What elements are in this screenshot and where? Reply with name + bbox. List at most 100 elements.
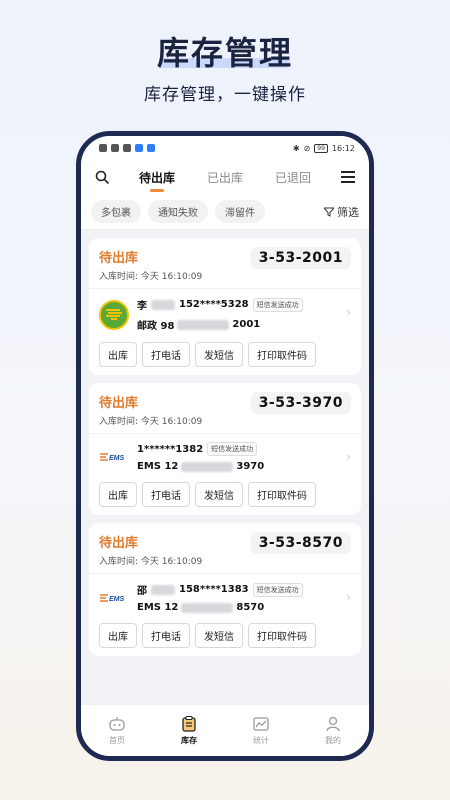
print-code-button[interactable]: 打印取件码: [248, 482, 316, 507]
stats-icon: [252, 715, 270, 733]
card-header: 待出库 入库时间: 今天 16:10:09 3-53-2001: [99, 247, 351, 282]
recipient-name: 李: [137, 301, 147, 312]
tracking-line: EMS 12 8570: [137, 602, 351, 613]
print-code-button[interactable]: 打印取件码: [248, 342, 316, 367]
sms-status-badge: 短信发送成功: [252, 297, 303, 312]
hero-title: 库存管理: [156, 34, 293, 72]
package-info[interactable]: EMS 邵 158****1383 短信发送成功 EMS 12 8570 ›: [99, 582, 351, 613]
hero-subtitle: 库存管理，一键操作: [144, 85, 306, 105]
send-sms-button[interactable]: 发短信: [195, 623, 243, 648]
bluetooth-icon: ✱: [292, 143, 300, 153]
card-actions: 出库 打电话 发短信 打印取件码: [99, 623, 351, 648]
package-list: 待出库 入库时间: 今天 16:10:09 3-53-2001 李 152***…: [81, 230, 369, 656]
profile-icon: [324, 715, 342, 733]
chip-stranded[interactable]: 滞留件: [215, 200, 265, 223]
nav-label: 我的: [325, 736, 341, 745]
filter-bar: 多包裹 通知失败 滞留件 筛选: [81, 194, 369, 230]
recipient-name: 邵: [137, 586, 147, 597]
tab-pending-out[interactable]: 待出库: [139, 169, 175, 186]
menu-icon[interactable]: [339, 168, 357, 186]
package-info[interactable]: EMS 1******1382 短信发送成功 EMS 12 3970 ›: [99, 442, 351, 472]
card-actions: 出库 打电话 发短信 打印取件码: [99, 342, 351, 367]
recipient-phone: 1******1382: [137, 443, 204, 455]
divider: [89, 288, 361, 289]
tracking-prefix: EMS 12: [137, 461, 179, 472]
recipient-phone: 152****5328: [179, 299, 249, 310]
chevron-right-icon[interactable]: ›: [346, 450, 351, 464]
print-code-button[interactable]: 打印取件码: [248, 623, 316, 648]
home-robot-icon: [108, 715, 126, 733]
top-bar: 待出库 已出库 已退回: [81, 160, 369, 194]
status-icons-right: ✱ ⊘ 99 16:12: [292, 143, 355, 153]
tracking-suffix: 8570: [236, 602, 265, 613]
recipient-line: 邵 158****1383 短信发送成功: [137, 582, 351, 597]
status-label: 待出库: [99, 251, 139, 266]
ship-out-button[interactable]: 出库: [99, 342, 137, 367]
signal-icon: [111, 144, 119, 152]
phone-frame: ✱ ⊘ 99 16:12 待出库 已出库 已退回 多包裹 通知失败 滞留件 筛选: [76, 131, 374, 761]
mute-icon: ⊘: [303, 143, 311, 153]
tracking-line: EMS 12 3970: [137, 461, 351, 472]
inventory-icon: [180, 715, 198, 733]
recipient-line: 李 152****5328 短信发送成功: [137, 297, 351, 312]
in-time: 入库时间: 今天 16:10:09: [99, 272, 203, 282]
ems-logo-icon: EMS: [99, 442, 129, 472]
sim-icon: [99, 144, 107, 152]
card-header: 待出库 入库时间: 今天 16:10:09 3-53-3970: [99, 392, 351, 427]
battery-icon: 99: [314, 143, 328, 153]
ship-out-button[interactable]: 出库: [99, 623, 137, 648]
tab-shipped-out[interactable]: 已出库: [207, 169, 243, 186]
nav-label: 统计: [253, 736, 269, 745]
status-label: 待出库: [99, 396, 139, 411]
sms-status-badge: 短信发送成功: [252, 582, 303, 597]
package-card[interactable]: 待出库 入库时间: 今天 16:10:09 3-53-3970 EMS 1***…: [89, 383, 361, 515]
tab-returned[interactable]: 已退回: [275, 169, 311, 186]
card-actions: 出库 打电话 发短信 打印取件码: [99, 482, 351, 507]
masked-text: [177, 319, 230, 330]
call-button[interactable]: 打电话: [142, 623, 190, 648]
nav-stats[interactable]: 统计: [252, 715, 270, 746]
masked-text: [151, 584, 175, 595]
nav-label: 库存: [181, 736, 197, 745]
masked-text: [181, 461, 234, 472]
tracking-prefix: 邮政 98: [137, 321, 175, 332]
pickup-code: 3-53-3970: [250, 392, 351, 414]
filter-label: 筛选: [337, 205, 359, 219]
recipient-line: 1******1382 短信发送成功: [137, 442, 351, 456]
package-info[interactable]: 李 152****5328 短信发送成功 邮政 98 2001 ›: [99, 297, 351, 332]
masked-text: [151, 299, 175, 310]
tracking-prefix: EMS 12: [137, 602, 179, 613]
tracking-suffix: 2001: [232, 319, 261, 330]
divider: [89, 573, 361, 574]
chip-notify-failed[interactable]: 通知失败: [148, 200, 208, 223]
chevron-right-icon[interactable]: ›: [346, 590, 351, 604]
chevron-right-icon[interactable]: ›: [346, 305, 351, 319]
call-button[interactable]: 打电话: [142, 342, 190, 367]
status-bar: ✱ ⊘ 99 16:12: [81, 136, 369, 160]
chip-multi-package[interactable]: 多包裹: [91, 200, 141, 223]
wifi-icon: [123, 144, 131, 152]
pickup-code: 3-53-8570: [250, 532, 351, 554]
package-card[interactable]: 待出库 入库时间: 今天 16:10:09 3-53-8570 EMS 邵 15…: [89, 523, 361, 656]
tracking-suffix: 3970: [236, 461, 265, 472]
svg-text:EMS: EMS: [109, 455, 125, 462]
bottom-nav: 首页 库存 统计 我的: [81, 704, 369, 756]
app-notify-icon: [135, 144, 143, 152]
package-card[interactable]: 待出库 入库时间: 今天 16:10:09 3-53-2001 李 152***…: [89, 238, 361, 375]
call-button[interactable]: 打电话: [142, 482, 190, 507]
recipient-phone: 158****1383: [179, 584, 249, 595]
search-icon[interactable]: [93, 168, 111, 186]
nav-home[interactable]: 首页: [108, 715, 126, 746]
china-post-logo-icon: [99, 299, 129, 330]
send-sms-button[interactable]: 发短信: [195, 342, 243, 367]
nav-inventory[interactable]: 库存: [180, 715, 198, 746]
filter-button[interactable]: 筛选: [324, 204, 359, 220]
clock: 16:12: [331, 143, 355, 153]
divider: [89, 433, 361, 434]
sms-status-badge: 短信发送成功: [207, 442, 258, 456]
app-notify-icon-2: [147, 144, 155, 152]
send-sms-button[interactable]: 发短信: [195, 482, 243, 507]
funnel-icon: [324, 207, 334, 217]
ship-out-button[interactable]: 出库: [99, 482, 137, 507]
nav-profile[interactable]: 我的: [324, 715, 342, 746]
